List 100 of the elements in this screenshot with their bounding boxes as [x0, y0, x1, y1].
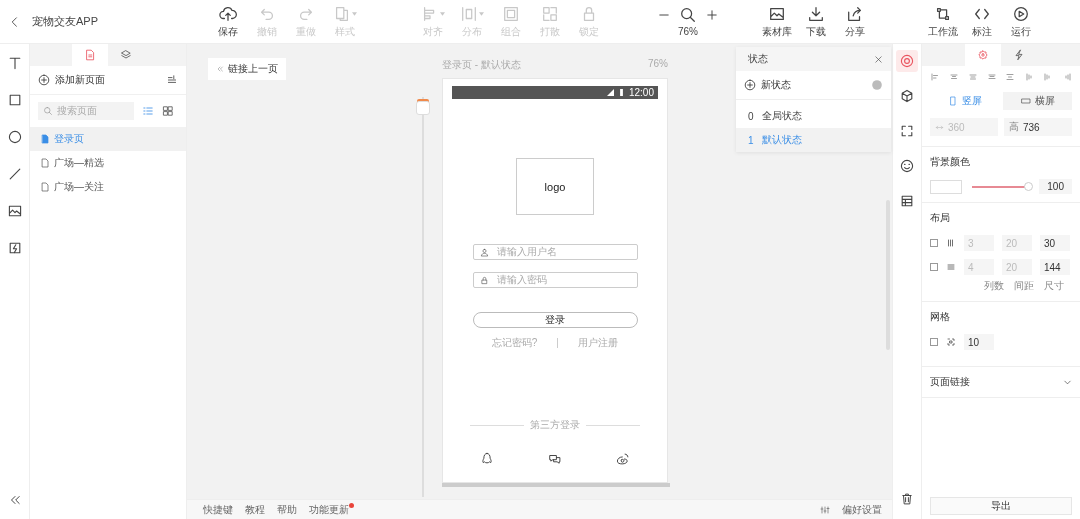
zoom-level: 76%: [678, 26, 698, 37]
footer-link[interactable]: 教程: [245, 502, 265, 517]
download-icon: [807, 4, 825, 23]
target-icon[interactable]: [896, 50, 918, 72]
phone-landscape-icon: [1020, 96, 1031, 106]
page-icon: [40, 134, 50, 144]
login-button[interactable]: 登录: [472, 312, 638, 328]
panel-tab[interactable]: [72, 44, 108, 66]
double-chevron-icon: [216, 65, 224, 73]
penguin-icon[interactable]: [480, 452, 494, 466]
opacity-slider[interactable]: [972, 185, 1030, 188]
section-title: 背景颜色: [930, 155, 971, 169]
grid-view-icon[interactable]: [162, 105, 174, 117]
page-item[interactable]: 广场—精选: [30, 151, 186, 175]
page-item[interactable]: 登录页: [30, 127, 186, 151]
page-icon: [40, 182, 50, 192]
section-title: 网格: [930, 310, 951, 324]
color-swatch[interactable]: [930, 179, 962, 194]
page-item[interactable]: 广场—关注: [30, 175, 186, 199]
height-field[interactable]: 高 736: [1004, 118, 1072, 136]
page-icon: [84, 49, 96, 61]
toolbar-button[interactable]: 素材库: [761, 4, 793, 39]
section-title: 页面链接: [930, 375, 970, 389]
align-icon[interactable]: [986, 72, 997, 82]
orientation-tab[interactable]: 横屏: [1003, 92, 1072, 110]
checkbox[interactable]: [930, 263, 938, 271]
gear-icon: [977, 49, 989, 61]
project-title: 宠物交友APP: [32, 14, 98, 29]
help-icon[interactable]: [871, 79, 883, 91]
search-icon[interactable]: [679, 6, 697, 24]
clock: 12:00: [628, 87, 654, 98]
user-icon: [479, 247, 489, 257]
align-icon[interactable]: [1005, 72, 1016, 82]
lock-icon: [479, 275, 489, 285]
toolbar-button[interactable]: 下载: [800, 4, 832, 39]
chat-icon[interactable]: [548, 452, 562, 466]
lightning-icon: [1013, 49, 1025, 61]
rows-icon: [946, 262, 956, 272]
inspector-tab[interactable]: [965, 44, 1001, 66]
footer-link[interactable]: 帮助: [277, 502, 297, 517]
group-icon: [502, 4, 520, 23]
opacity-field[interactable]: 100: [1039, 179, 1072, 194]
page-link-section[interactable]: 页面链接: [922, 367, 1080, 398]
phone-portrait-icon: [947, 96, 958, 106]
number-field[interactable]: 144: [1040, 259, 1070, 275]
align-icon[interactable]: [967, 72, 978, 82]
toolbar-button[interactable]: 保存: [212, 4, 244, 39]
toolbar-button[interactable]: 工作流: [927, 4, 959, 39]
field-caption: 间距: [1014, 279, 1034, 293]
number-field[interactable]: 10: [964, 334, 994, 350]
horizontal-scrollbar[interactable]: [442, 483, 670, 487]
distribute-icon: [460, 4, 478, 23]
field-caption: 列数: [984, 279, 1004, 293]
layers-icon: [120, 49, 132, 61]
columns-icon: [946, 238, 956, 248]
back-link-button[interactable]: 链接上一页: [208, 58, 286, 80]
page-state-title: 登录页 - 默认状态: [442, 58, 521, 70]
sort-icon[interactable]: [166, 74, 178, 86]
field-caption: 尺寸: [1044, 279, 1064, 293]
align-icon[interactable]: [930, 72, 940, 82]
state-item[interactable]: 0 全局状态: [736, 104, 891, 128]
list-view-icon[interactable]: [142, 105, 154, 117]
checkbox[interactable]: [930, 239, 938, 247]
toolbar-button[interactable]: 分享: [839, 4, 871, 39]
footer-link[interactable]: 快捷键: [203, 502, 233, 517]
canvas-zoom: 76%: [648, 58, 668, 70]
ruler-handle[interactable]: [416, 101, 430, 115]
state-name: 默认状态: [761, 133, 802, 147]
align-icon[interactable]: [1024, 72, 1035, 82]
number-field[interactable]: 30: [1040, 235, 1070, 251]
footer-link[interactable]: 功能更新: [309, 502, 354, 517]
new-state-button[interactable]: 新状态: [744, 78, 791, 92]
settings-icon[interactable]: [820, 504, 830, 515]
cloud-upload-icon: [219, 4, 237, 23]
play-icon: [1012, 4, 1030, 23]
toolbar-button[interactable]: 运行: [1005, 4, 1037, 39]
add-page-button[interactable]: 添加新页面: [38, 73, 105, 87]
state-item[interactable]: 1 默认状态: [736, 128, 891, 152]
export-button[interactable]: 导出: [930, 497, 1072, 515]
panel-title: 状态: [748, 52, 768, 66]
close-icon[interactable]: [874, 54, 883, 64]
third-party-label: 第三方登录: [530, 418, 580, 432]
zoom-in-icon[interactable]: [705, 8, 719, 22]
logo-frame: logo: [516, 158, 594, 215]
image-icon[interactable]: [6, 203, 23, 219]
copy-icon: [333, 4, 351, 23]
state-index: 1: [748, 134, 754, 146]
grid-icon: [946, 337, 956, 347]
preferences-link[interactable]: 偏好设置: [842, 502, 882, 517]
swirl-icon[interactable]: [616, 452, 630, 466]
align-icon[interactable]: [948, 72, 959, 82]
checkbox[interactable]: [930, 338, 938, 346]
state-name: 全局状态: [761, 109, 802, 123]
share-icon: [846, 4, 864, 23]
search-icon: [43, 106, 53, 116]
battery-icon: [617, 89, 625, 96]
ungroup-icon: [541, 4, 559, 23]
section-title: 布局: [930, 211, 951, 225]
toolbar-button[interactable]: 标注: [966, 4, 998, 39]
state-index: 0: [748, 110, 754, 122]
